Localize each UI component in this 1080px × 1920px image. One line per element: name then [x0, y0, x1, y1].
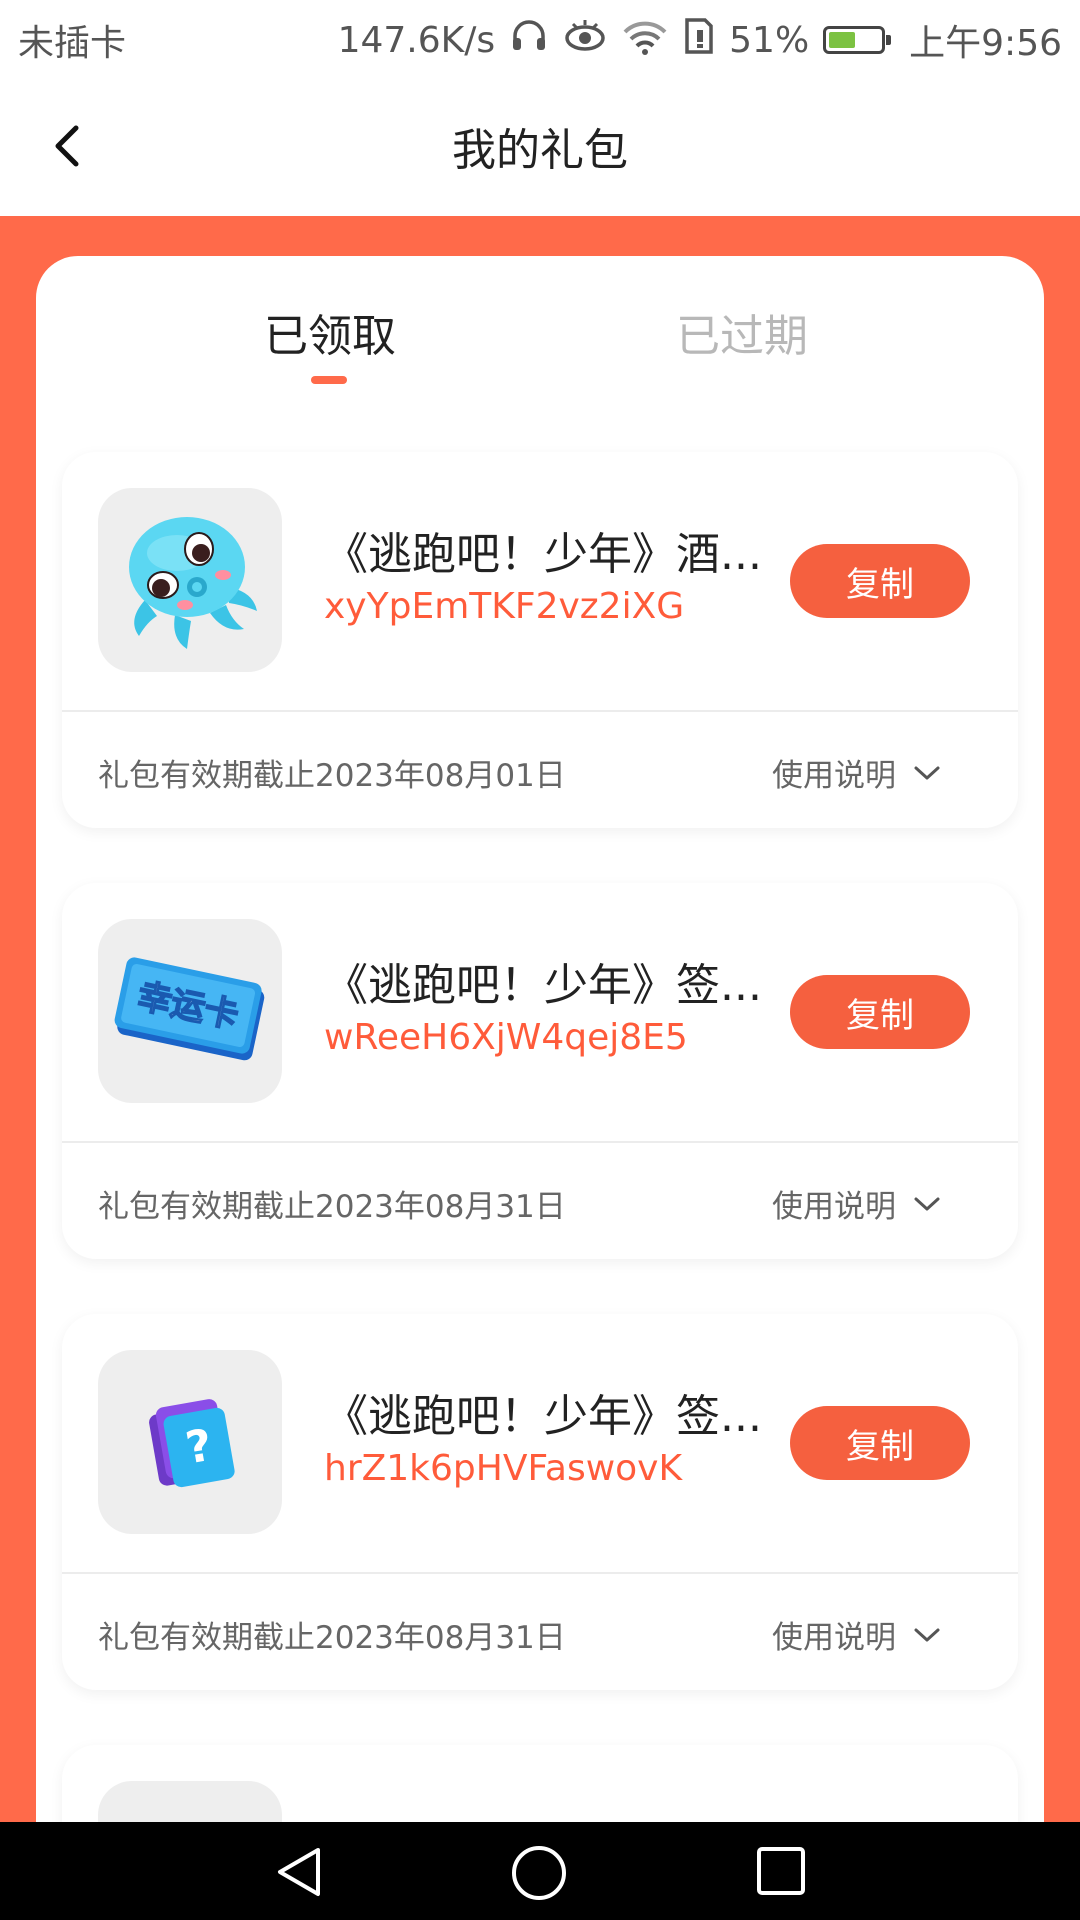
eye-icon — [563, 16, 607, 65]
battery-percent: 51% — [729, 19, 810, 61]
status-right: 147.6K/s 51% 上午9:56 — [338, 14, 1062, 66]
copy-button[interactable]: 复制 — [790, 1406, 970, 1480]
copy-button[interactable]: 复制 — [790, 544, 970, 618]
tab-expired[interactable]: 已过期 — [676, 300, 808, 364]
instructions-toggle[interactable]: 使用说明 — [772, 1181, 942, 1226]
sim-icon — [683, 16, 715, 65]
gift-code: xyYpEmTKF2vz2iXG — [324, 586, 685, 627]
clock: 上午9:56 — [909, 23, 1062, 64]
gift-thumbnail: ? — [98, 1350, 282, 1534]
instructions-toggle[interactable]: 使用说明 — [772, 1612, 942, 1657]
octopus-icon — [129, 517, 257, 649]
copy-button[interactable]: 复制 — [790, 975, 970, 1049]
content-background: 已领取 已过期 《逃跑吧！少年》酒... xyYpEmTKF2vz2iXG 复制… — [0, 216, 1080, 1865]
divider — [62, 1572, 1018, 1574]
gift-code: hrZ1k6pHVFaswovK — [324, 1448, 683, 1489]
headphones-icon — [509, 16, 549, 65]
gift-code: wReeH6XjW4qej8E5 — [324, 1017, 688, 1058]
navigation-bar — [0, 1822, 1080, 1920]
gift-thumbnail — [98, 488, 282, 672]
recents-square-icon[interactable] — [754, 1844, 808, 1898]
gift-expiry: 礼包有效期截止2023年08月01日 — [98, 758, 566, 794]
chevron-down-icon — [914, 1197, 940, 1210]
active-tab-indicator — [311, 376, 347, 384]
divider — [62, 710, 1018, 712]
instructions-label: 使用说明 — [772, 1189, 896, 1225]
mystery-card-icon: ? — [149, 1399, 235, 1488]
tab-received[interactable]: 已领取 — [264, 300, 396, 364]
instructions-toggle[interactable]: 使用说明 — [772, 750, 942, 795]
gift-card: ? 《逃跑吧！少年》签... hrZ1k6pHVFaswovK 复制 礼包有效期… — [62, 1314, 1018, 1690]
gift-expiry: 礼包有效期截止2023年08月31日 — [98, 1620, 566, 1656]
carrier-label: 未插卡 — [18, 23, 127, 64]
page-title: 我的礼包 — [452, 125, 628, 176]
battery-fill — [829, 32, 855, 48]
home-circle-icon[interactable] — [510, 1844, 568, 1902]
lucky-card-icon: 幸运卡 — [114, 957, 265, 1061]
app-header: 我的礼包 — [0, 76, 1080, 216]
chevron-down-icon — [914, 766, 940, 779]
gift-panel: 已领取 已过期 《逃跑吧！少年》酒... xyYpEmTKF2vz2iXG 复制… — [36, 256, 1044, 1865]
wifi-icon — [621, 16, 669, 65]
status-bar: 未插卡 147.6K/s 51% 上午9:56 — [0, 0, 1080, 76]
gift-card: 《逃跑吧！少年》酒... xyYpEmTKF2vz2iXG 复制 礼包有效期截止… — [62, 452, 1018, 828]
divider — [62, 1141, 1018, 1143]
back-triangle-icon[interactable] — [272, 1844, 328, 1900]
battery-icon — [823, 26, 892, 54]
chevron-down-icon — [914, 1628, 940, 1641]
gift-expiry: 礼包有效期截止2023年08月31日 — [98, 1189, 566, 1225]
gift-title: 《逃跑吧！少年》酒... — [324, 529, 762, 580]
gift-card: 幸运卡 《逃跑吧！少年》签... wReeH6XjW4qej8E5 复制 礼包有… — [62, 883, 1018, 1259]
gift-thumbnail: 幸运卡 — [98, 919, 282, 1103]
gift-title: 《逃跑吧！少年》签... — [324, 1391, 762, 1442]
instructions-label: 使用说明 — [772, 1620, 896, 1656]
net-speed: 147.6K/s — [337, 19, 496, 61]
instructions-label: 使用说明 — [772, 758, 896, 794]
gift-title: 《逃跑吧！少年》签... — [324, 960, 762, 1011]
